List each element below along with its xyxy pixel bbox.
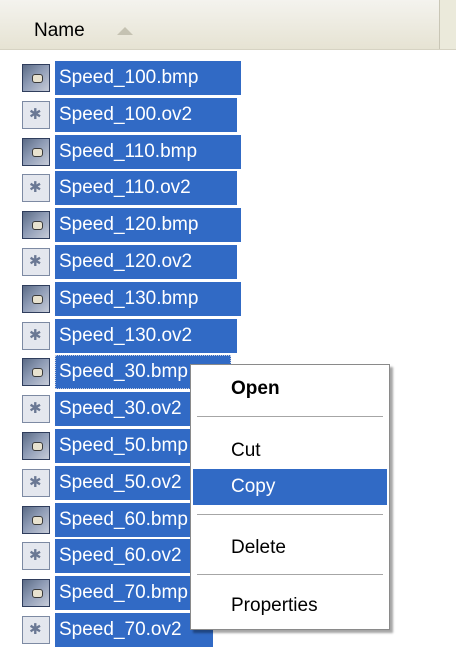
ov2-file-icon xyxy=(22,248,50,276)
bitmap-file-icon xyxy=(22,358,50,386)
menu-separator xyxy=(197,574,383,575)
file-row[interactable]: Speed_110.ov2 xyxy=(0,171,300,205)
bitmap-file-icon xyxy=(22,211,50,239)
ov2-file-icon xyxy=(22,174,50,202)
menu-item-delete[interactable]: Delete xyxy=(193,530,387,566)
menu-item-cut[interactable]: Cut xyxy=(193,433,387,469)
bitmap-file-icon xyxy=(22,64,50,92)
ov2-file-icon xyxy=(22,322,50,350)
file-row[interactable]: Speed_110.bmp xyxy=(0,135,300,169)
file-row[interactable]: Speed_130.bmp xyxy=(0,282,300,316)
file-row[interactable]: Speed_130.ov2 xyxy=(0,319,300,353)
ov2-file-icon xyxy=(22,469,50,497)
file-name: Speed_100.bmp xyxy=(55,61,241,95)
ov2-file-icon xyxy=(22,616,50,644)
name-column-label: Name xyxy=(34,20,85,41)
bitmap-file-icon xyxy=(22,506,50,534)
context-menu: Open Cut Copy Delete Properties xyxy=(190,364,390,630)
menu-item-copy[interactable]: Copy xyxy=(193,469,387,505)
bitmap-file-icon xyxy=(22,432,50,460)
file-row[interactable]: Speed_100.bmp xyxy=(0,61,300,95)
name-column-header[interactable]: Name xyxy=(0,0,440,49)
menu-separator xyxy=(197,416,383,417)
ov2-file-icon xyxy=(22,395,50,423)
file-name: Speed_120.ov2 xyxy=(55,245,237,279)
ov2-file-icon xyxy=(22,542,50,570)
menu-item-open[interactable]: Open xyxy=(193,371,387,407)
menu-item-properties[interactable]: Properties xyxy=(193,588,387,624)
file-row[interactable]: Speed_100.ov2 xyxy=(0,98,300,132)
bitmap-file-icon xyxy=(22,285,50,313)
sort-ascending-icon xyxy=(117,27,133,35)
ov2-file-icon xyxy=(22,101,50,129)
file-row[interactable]: Speed_120.ov2 xyxy=(0,245,300,279)
file-name: Speed_120.bmp xyxy=(55,208,241,242)
file-name: Speed_130.bmp xyxy=(55,282,241,316)
menu-separator xyxy=(197,514,383,515)
file-name: Speed_110.bmp xyxy=(55,135,241,169)
file-name: Speed_110.ov2 xyxy=(55,171,237,205)
column-header-bar: Name xyxy=(0,0,456,50)
bitmap-file-icon xyxy=(22,579,50,607)
file-name: Speed_130.ov2 xyxy=(55,319,237,353)
bitmap-file-icon xyxy=(22,138,50,166)
file-name: Speed_100.ov2 xyxy=(55,98,237,132)
file-row[interactable]: Speed_120.bmp xyxy=(0,208,300,242)
